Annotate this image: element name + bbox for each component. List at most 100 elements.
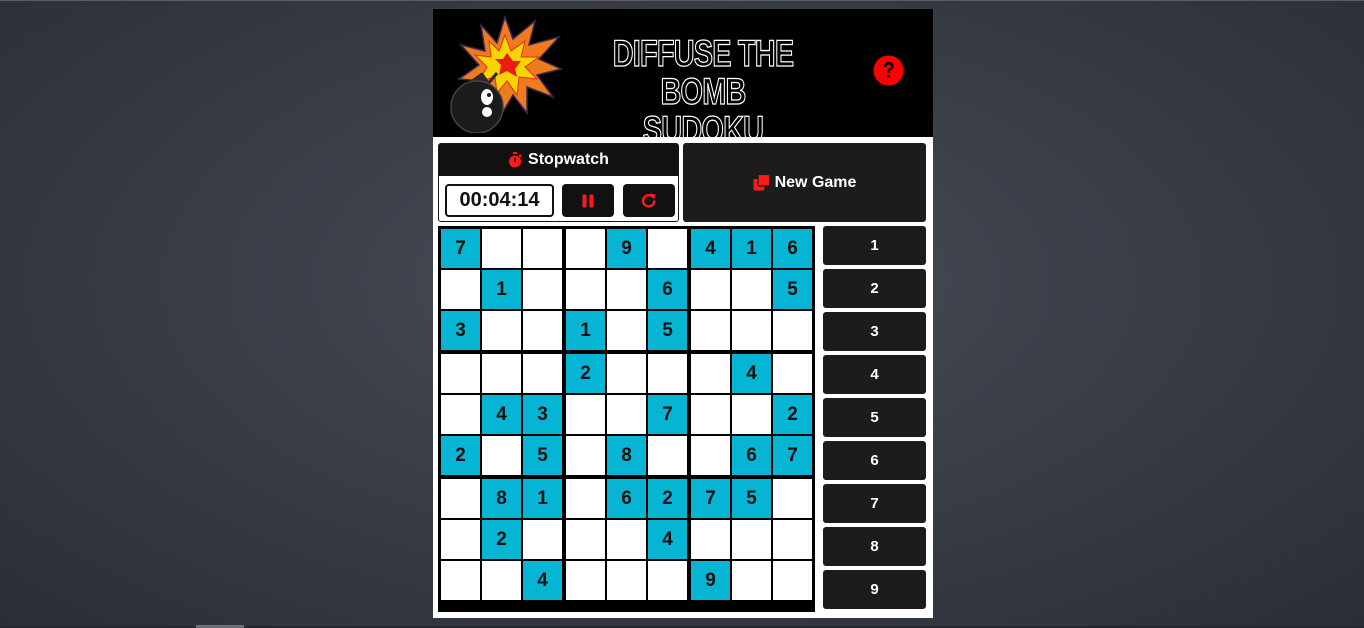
sudoku-cell[interactable] [773,311,812,350]
sudoku-cell[interactable]: 6 [607,479,646,518]
sudoku-cell[interactable] [732,561,771,600]
sudoku-cell[interactable] [607,520,646,559]
sudoku-cell[interactable] [773,520,812,559]
pause-icon [582,194,594,207]
sudoku-cell[interactable] [441,395,480,434]
number-button-3[interactable]: 3 [823,312,926,351]
sudoku-cell[interactable]: 4 [732,354,771,393]
sudoku-cell[interactable]: 9 [607,229,646,268]
sudoku-cell[interactable] [566,520,605,559]
sudoku-cell[interactable] [691,270,730,309]
sudoku-cell[interactable] [732,270,771,309]
sudoku-cell[interactable]: 6 [732,436,771,475]
sudoku-cell[interactable] [566,436,605,475]
sudoku-cell[interactable] [523,311,562,350]
sudoku-cell[interactable]: 2 [482,520,521,559]
header: DIFFUSE THE BOMB SUDOKU STYLE! [433,9,933,187]
sudoku-cell[interactable]: 3 [523,395,562,434]
bomb-explosion-icon [450,15,563,133]
sudoku-cell[interactable]: 2 [773,395,812,434]
number-button-7[interactable]: 7 [823,484,926,523]
sudoku-cell[interactable] [773,561,812,600]
sudoku-cell[interactable] [441,270,480,309]
sudoku-cell[interactable] [691,354,730,393]
sudoku-cell[interactable] [482,561,521,600]
number-button-2[interactable]: 2 [823,269,926,308]
sudoku-cell[interactable] [482,229,521,268]
reset-button[interactable] [623,184,675,217]
sudoku-cell[interactable] [648,229,687,268]
sudoku-cell[interactable]: 4 [648,520,687,559]
sudoku-cell[interactable]: 7 [648,395,687,434]
sudoku-cell[interactable]: 3 [441,311,480,350]
sudoku-cell[interactable] [523,270,562,309]
sudoku-cell[interactable]: 5 [648,311,687,350]
sudoku-cell[interactable]: 1 [732,229,771,268]
sudoku-cell[interactable]: 6 [773,229,812,268]
sudoku-cell[interactable] [607,270,646,309]
sudoku-cell[interactable]: 2 [441,436,480,475]
sudoku-cell[interactable] [523,520,562,559]
sudoku-cell[interactable] [607,395,646,434]
sudoku-cell[interactable] [691,520,730,559]
sudoku-cell[interactable]: 4 [523,561,562,600]
number-button-5[interactable]: 5 [823,398,926,437]
sudoku-cell[interactable]: 4 [482,395,521,434]
sudoku-cell[interactable] [566,561,605,600]
sudoku-cell[interactable] [648,354,687,393]
sudoku-cell[interactable]: 7 [441,229,480,268]
sudoku-cell[interactable]: 7 [773,436,812,475]
sudoku-cell[interactable] [773,479,812,518]
new-game-button[interactable]: New Game [683,143,926,222]
question-circle-icon[interactable] [873,55,904,86]
sudoku-cell[interactable]: 1 [566,311,605,350]
sudoku-cell[interactable] [691,436,730,475]
number-button-9[interactable]: 9 [823,570,926,609]
sudoku-cell[interactable] [732,395,771,434]
sudoku-cell[interactable] [648,561,687,600]
sudoku-cell[interactable] [773,354,812,393]
sudoku-cell[interactable]: 6 [648,270,687,309]
sudoku-cell[interactable] [441,561,480,600]
sudoku-board: 79416165315244372258678162752449 [438,226,815,612]
sudoku-cell[interactable]: 9 [691,561,730,600]
number-button-8[interactable]: 8 [823,527,926,566]
sudoku-cell[interactable] [566,395,605,434]
sudoku-cell[interactable] [566,479,605,518]
pause-button[interactable] [562,184,614,217]
sudoku-cell[interactable] [482,436,521,475]
sudoku-cell[interactable] [607,311,646,350]
sudoku-cell[interactable] [732,520,771,559]
sudoku-cell[interactable]: 1 [482,270,521,309]
sudoku-cell[interactable] [566,270,605,309]
sudoku-cell[interactable] [566,229,605,268]
sudoku-cell[interactable] [691,311,730,350]
sudoku-cell[interactable]: 4 [691,229,730,268]
sudoku-cell[interactable] [482,311,521,350]
sudoku-cell[interactable]: 1 [523,479,562,518]
sudoku-cell[interactable] [441,520,480,559]
sudoku-cell[interactable] [732,311,771,350]
sudoku-cell[interactable] [523,229,562,268]
sudoku-cell[interactable]: 8 [607,436,646,475]
sudoku-cell[interactable]: 5 [732,479,771,518]
sudoku-cell[interactable] [482,354,521,393]
sudoku-cell[interactable] [691,395,730,434]
sudoku-cell[interactable]: 5 [523,436,562,475]
sudoku-cell[interactable] [441,354,480,393]
sudoku-cell[interactable] [648,436,687,475]
number-button-4[interactable]: 4 [823,355,926,394]
number-button-1[interactable]: 1 [823,226,926,265]
number-button-6[interactable]: 6 [823,441,926,480]
sudoku-cell[interactable] [441,479,480,518]
sudoku-cell[interactable] [607,354,646,393]
sudoku-cell[interactable] [523,354,562,393]
stopwatch-panel: Stopwatch 00:04:14 [438,143,679,222]
sudoku-cell[interactable]: 2 [566,354,605,393]
sudoku-cell[interactable]: 7 [691,479,730,518]
sudoku-cell[interactable] [607,561,646,600]
sudoku-cell[interactable]: 5 [773,270,812,309]
stopwatch-icon [509,152,522,168]
sudoku-cell[interactable]: 8 [482,479,521,518]
sudoku-cell[interactable]: 2 [648,479,687,518]
